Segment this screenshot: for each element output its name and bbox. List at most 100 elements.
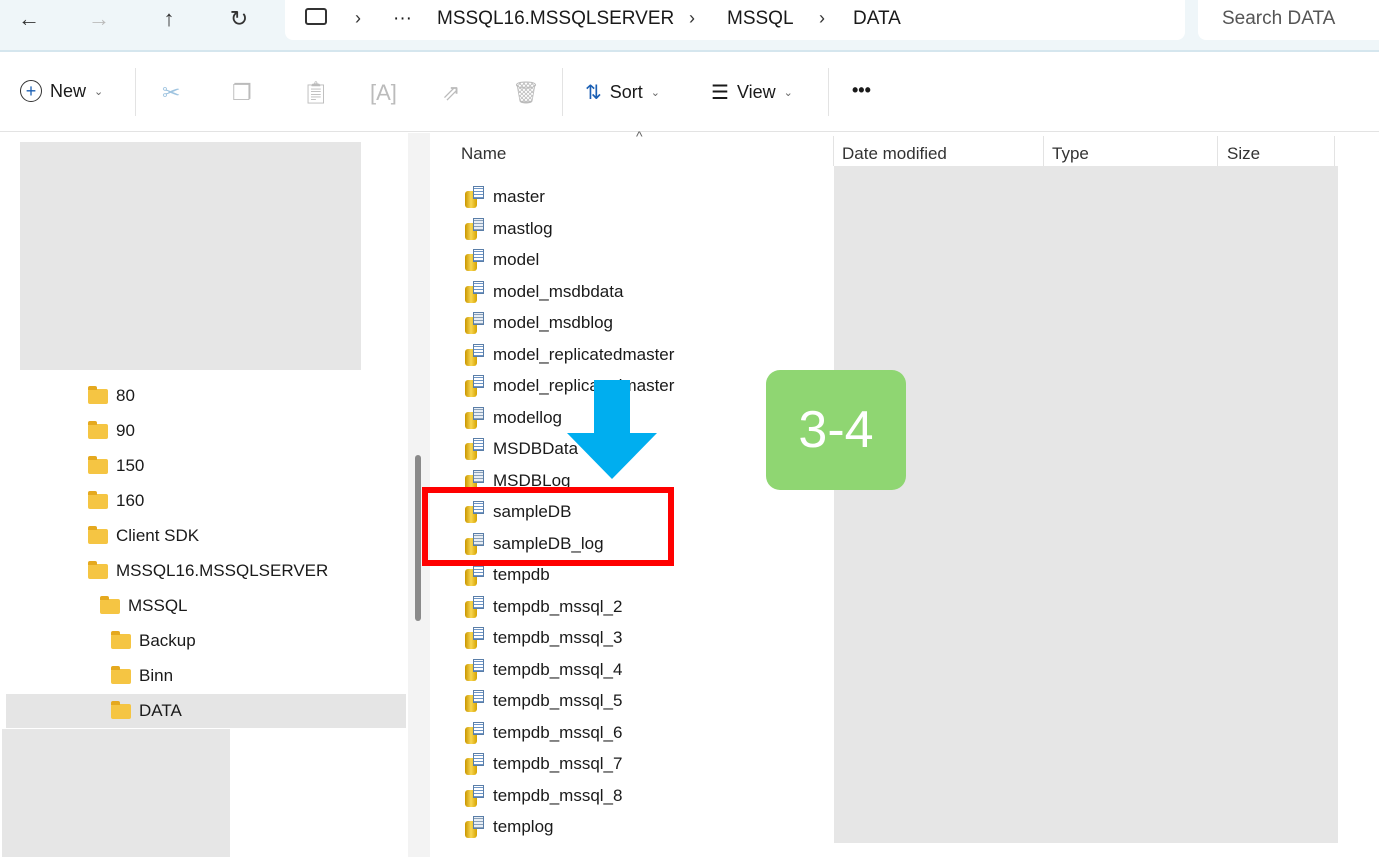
folder-icon	[88, 420, 108, 439]
address-bar[interactable]: › ··· MSSQL16.MSSQLSERVER › MSSQL › DATA	[285, 0, 1185, 40]
database-log-icon	[465, 312, 485, 334]
paste-icon[interactable]: 📋︎	[302, 80, 330, 106]
chevron-down-icon: ⌄	[783, 87, 793, 99]
command-bar: + New ⌄ ✂ ❐ 📋︎ [A] ⇗ 🗑︎ ⇅ Sort ⌄ ☰ View ⌄ •…	[0, 54, 1379, 132]
database-file-icon	[465, 627, 485, 649]
database-file-icon	[465, 784, 485, 807]
sidebar-item-label: MSSQL16.MSSQLSERVER	[116, 561, 329, 580]
column-header-size[interactable]: Size	[1227, 144, 1260, 164]
file-row[interactable]: templog	[465, 813, 553, 841]
view-label: View	[736, 82, 776, 102]
divider	[828, 68, 829, 116]
redacted-area	[834, 166, 1338, 843]
file-row[interactable]: tempdb_mssql_2	[465, 593, 622, 621]
sidebar-item[interactable]: MSSQL16.MSSQLSERVER	[6, 554, 406, 588]
column-header-date-modified[interactable]: Date modified	[842, 144, 947, 164]
file-row[interactable]: tempdb_mssql_6	[465, 719, 622, 747]
breadcrumb-item[interactable]: DATA	[853, 8, 901, 30]
up-button[interactable]: ↑	[154, 6, 184, 32]
rename-icon[interactable]: [A]	[370, 80, 397, 106]
divider	[1217, 136, 1218, 166]
more-options-button[interactable]: •••	[852, 80, 871, 101]
chevron-right-icon: ›	[689, 8, 695, 28]
sidebar-item[interactable]: Client SDK	[6, 519, 406, 553]
breadcrumb-overflow[interactable]: ···	[393, 8, 412, 30]
search-input[interactable]: Search DATA	[1198, 0, 1379, 40]
breadcrumb-item[interactable]: MSSQL	[727, 8, 794, 30]
sidebar-item[interactable]: 150	[6, 449, 406, 483]
database-file-icon	[465, 658, 485, 681]
database-file-icon	[465, 564, 485, 586]
file-name: tempdb_mssql_2	[493, 596, 623, 616]
sidebar-item[interactable]: 80	[6, 379, 406, 413]
file-name: model_msdblog	[493, 313, 614, 332]
sidebar-item[interactable]: Binn	[6, 659, 406, 693]
file-row[interactable]: tempdb_mssql_4	[465, 656, 622, 684]
file-name: tempdb_mssql_4	[493, 659, 623, 679]
share-icon[interactable]: ⇗	[442, 80, 460, 106]
sidebar-item[interactable]: 90	[6, 414, 406, 448]
sidebar-item-label: Client SDK	[116, 526, 200, 545]
file-row[interactable]: model_replicatedmaster	[465, 341, 674, 369]
copy-icon[interactable]: ❐	[232, 80, 252, 106]
chevron-down-icon: ⌄	[94, 85, 104, 98]
folder-icon	[88, 525, 108, 544]
folder-icon	[88, 455, 108, 474]
database-file-icon	[465, 595, 485, 618]
sidebar-item[interactable]: MSSQL	[6, 589, 406, 623]
file-name: tempdb_mssql_7	[493, 754, 623, 773]
database-file-icon	[465, 280, 485, 303]
file-row[interactable]: tempdb_mssql_3	[465, 624, 622, 652]
file-row[interactable]: model	[465, 246, 539, 274]
column-header-type[interactable]: Type	[1052, 144, 1089, 164]
file-row[interactable]: tempdb_mssql_7	[465, 750, 622, 778]
file-row[interactable]: tempdb_mssql_5	[465, 687, 622, 715]
new-button[interactable]: + New ⌄	[20, 80, 103, 102]
step-badge: 3-4	[766, 370, 906, 490]
file-row[interactable]: model_msdblog	[465, 309, 613, 337]
file-row[interactable]: MSDBData	[465, 435, 578, 463]
file-row[interactable]: master	[465, 183, 545, 211]
sidebar-item[interactable]: Backup	[6, 624, 406, 658]
sidebar-item[interactable]: DATA	[6, 694, 406, 728]
file-name: model_msdbdata	[493, 281, 624, 301]
divider	[1043, 136, 1044, 166]
redacted-area	[2, 729, 230, 857]
database-file-icon	[465, 249, 485, 271]
column-header-name[interactable]: Name	[461, 144, 506, 164]
file-name: tempdb	[493, 565, 550, 584]
address-bar-area: ← → ↑ ↻ › ··· MSSQL16.MSSQLSERVER › MSSQ…	[0, 0, 1379, 52]
database-log-icon	[465, 816, 485, 838]
divider	[135, 68, 136, 116]
database-log-icon	[465, 217, 485, 240]
navigation-pane: 80 90 150 160 Client SDK MSSQL16.MSSQLSERVER M…	[0, 133, 408, 857]
folder-icon	[88, 385, 108, 404]
refresh-button[interactable]: ↻	[224, 6, 254, 32]
file-row[interactable]: tempdb_mssql_8	[465, 782, 622, 810]
chevron-right-icon: ›	[355, 8, 361, 28]
new-label: New	[50, 80, 87, 101]
breadcrumb-item[interactable]: MSSQL16.MSSQLSERVER	[437, 8, 674, 30]
delete-icon[interactable]: 🗑︎	[512, 80, 540, 106]
back-button[interactable]: ←	[14, 6, 44, 32]
cut-icon[interactable]: ✂	[162, 80, 180, 106]
file-row[interactable]: modellog	[465, 404, 562, 432]
sidebar-item[interactable]: 160	[6, 484, 406, 518]
forward-button[interactable]: →	[84, 6, 114, 32]
nav-scrollbar[interactable]	[415, 455, 421, 621]
file-row[interactable]: mastlog	[465, 215, 553, 243]
folder-icon	[100, 595, 120, 614]
sidebar-item-label: MSSQL	[128, 596, 188, 615]
file-row[interactable]: model_msdbdata	[465, 278, 623, 306]
plus-icon: +	[20, 80, 42, 102]
database-file-icon	[465, 375, 485, 397]
sort-button[interactable]: ⇅ Sort ⌄	[585, 80, 660, 105]
folder-icon	[111, 700, 131, 719]
folder-icon	[88, 490, 108, 509]
database-file-icon	[465, 753, 485, 775]
divider	[1334, 136, 1335, 166]
file-name: model	[493, 250, 540, 269]
view-button[interactable]: ☰ View ⌄	[711, 80, 793, 105]
file-name: modellog	[493, 407, 562, 427]
sidebar-item-label: 80	[116, 386, 135, 405]
